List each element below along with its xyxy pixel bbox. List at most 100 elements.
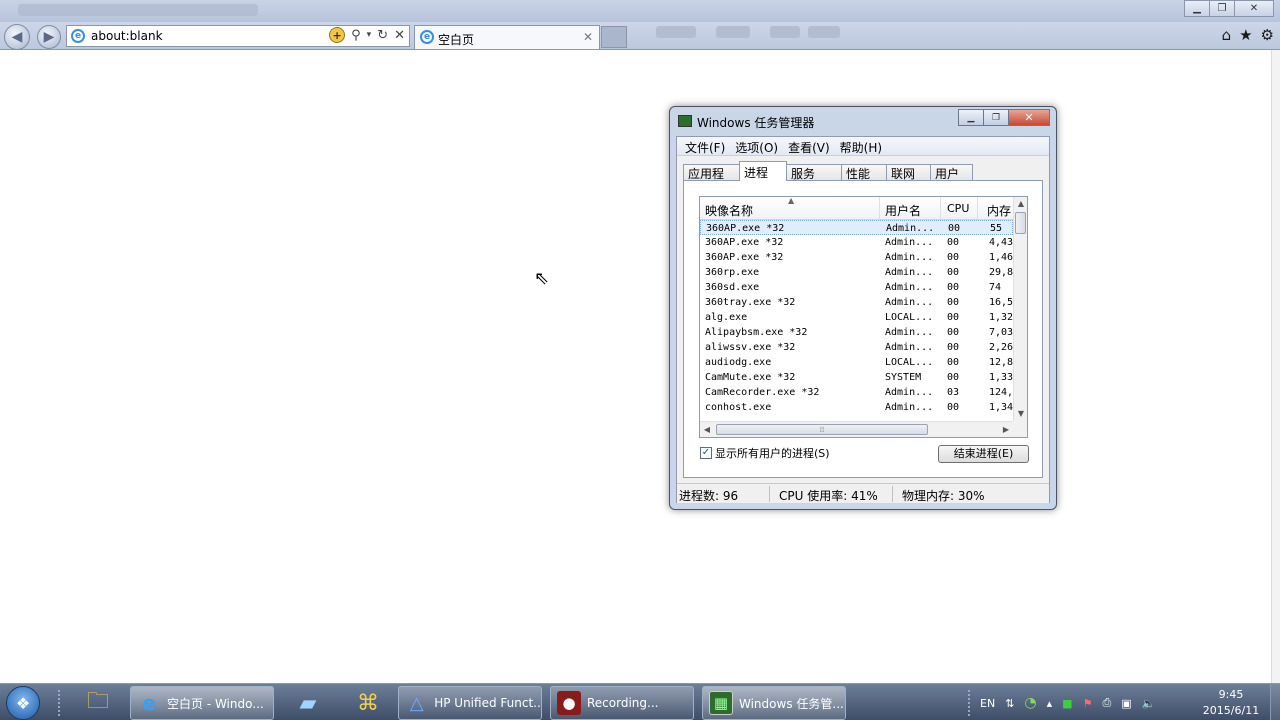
table-row[interactable]: alg.exe LOCAL... 00 1,32	[700, 310, 1013, 325]
table-row[interactable]: 360tray.exe *32 Admin... 00 16,56	[700, 295, 1013, 310]
browser-maximize-button[interactable]: ❐	[1209, 0, 1235, 17]
table-row[interactable]: 360sd.exe Admin... 00 74	[700, 280, 1013, 295]
process-user-name: Admin...	[886, 223, 935, 234]
tab-processes[interactable]: 进程	[739, 161, 787, 181]
security-alert-icon[interactable]: ⚑	[1083, 697, 1093, 710]
taskmgr-maximize-button[interactable]: ❐	[983, 109, 1009, 126]
browser-minimize-button[interactable]: ▁	[1184, 0, 1210, 17]
input-method-icon[interactable]: ⇅	[1005, 697, 1014, 710]
tab-networking[interactable]: 联网	[886, 164, 931, 181]
printer-icon[interactable]: ⎙	[1102, 696, 1111, 710]
notebook-icon: ▰	[299, 690, 317, 716]
dropdown-icon[interactable]: ▾	[367, 30, 372, 40]
table-row[interactable]: 360rp.exe Admin... 00 29,86	[700, 265, 1013, 280]
refresh-icon[interactable]: ↻	[377, 28, 388, 43]
network-icon[interactable]: ▣	[1121, 697, 1131, 710]
column-image-name[interactable]: 映像名称	[705, 202, 753, 219]
forward-button[interactable]: ▶	[37, 25, 61, 49]
wifi-icon[interactable]: ◔	[1024, 695, 1036, 711]
start-button[interactable]: ❖	[6, 686, 40, 720]
vertical-scroll-thumb[interactable]	[1015, 212, 1026, 234]
column-user-name[interactable]: 用户名	[885, 202, 921, 219]
process-image-name: alg.exe	[705, 312, 748, 323]
table-row[interactable]: aliwssv.exe *32 Admin... 00 2,26	[700, 340, 1013, 355]
tab-close-icon[interactable]: ✕	[583, 30, 593, 44]
table-row[interactable]: audiodg.exe LOCAL... 00 12,82	[700, 355, 1013, 370]
recorder-icon: ●	[557, 691, 581, 715]
page-vertical-scrollbar[interactable]	[1271, 50, 1280, 684]
process-image-name: aliwssv.exe *32	[705, 342, 796, 353]
show-hidden-icons-icon[interactable]: ▴	[1047, 697, 1053, 710]
table-row[interactable]: 360AP.exe *32 Admin... 00 4,43	[700, 235, 1013, 250]
pinned-app[interactable]: ▰	[280, 686, 336, 720]
tab-users[interactable]: 用户	[930, 164, 973, 181]
taskbar-button-recording[interactable]: ● Recording...	[550, 686, 694, 720]
show-desktop-button[interactable]	[1270, 684, 1280, 720]
pinned-explorer[interactable]: 🗀	[70, 686, 126, 720]
process-user-name: Admin...	[885, 237, 934, 248]
taskbar-button-taskmgr[interactable]: ▦ Windows 任务管...	[702, 686, 846, 720]
menu-options[interactable]: 选项(O)	[733, 137, 784, 155]
scroll-right-arrow-icon[interactable]: ▶	[999, 422, 1013, 437]
process-cpu: 03	[947, 387, 960, 398]
taskmgr-minimize-button[interactable]: ▁	[958, 109, 984, 126]
browser-tab-blank[interactable]: e 空白页 ✕	[414, 25, 600, 49]
table-row[interactable]: 360AP.exe *32 Admin... 00 1,46	[700, 250, 1013, 265]
column-divider[interactable]	[879, 197, 880, 219]
process-cpu: 00	[947, 372, 960, 383]
tools-gear-icon[interactable]: ⚙	[1261, 26, 1274, 44]
show-all-users-checkbox[interactable]: ✓	[700, 447, 712, 459]
tab-performance[interactable]: 性能	[841, 164, 887, 181]
column-memory[interactable]: 内存	[987, 202, 1011, 219]
volume-icon[interactable]: 🔈	[1142, 697, 1156, 710]
search-icon[interactable]: ⚲	[351, 28, 361, 43]
compatibility-plus-icon[interactable]: +	[329, 27, 346, 43]
scroll-left-arrow-icon[interactable]: ◀	[700, 422, 714, 437]
show-all-users-option[interactable]: ✓ 显示所有用户的进程(S)	[700, 445, 830, 461]
list-horizontal-scrollbar[interactable]: ◀ ⦙⦙⦙ ▶	[700, 421, 1013, 437]
menu-help[interactable]: 帮助(H)	[838, 137, 888, 155]
table-row[interactable]: CamRecorder.exe *32 Admin... 03 124,20	[700, 385, 1013, 400]
table-row[interactable]: Alipaybsm.exe *32 Admin... 00 7,03	[700, 325, 1013, 340]
stop-icon[interactable]: ✕	[394, 28, 405, 43]
process-memory: 7,03	[989, 327, 1013, 338]
process-list[interactable]: ▲ 映像名称 用户名 CPU 内存 360AP.exe *32 Admin... 0…	[699, 196, 1028, 438]
home-icon[interactable]: ⌂	[1222, 26, 1232, 44]
column-divider[interactable]	[977, 197, 978, 219]
column-cpu[interactable]: CPU	[947, 202, 969, 215]
tab-strip: 应用程序 进程 服务 性能 联网 用户	[683, 161, 973, 198]
favorites-star-icon[interactable]: ★	[1239, 26, 1252, 44]
list-vertical-scrollbar[interactable]: ▲ ▼	[1013, 197, 1027, 421]
address-bar[interactable]: e about:blank + ⚲ ▾ ↻ ✕	[66, 25, 410, 47]
table-row[interactable]: CamMute.exe *32 SYSTEM 00 1,33	[700, 370, 1013, 385]
process-user-name: Admin...	[885, 327, 934, 338]
horizontal-scroll-thumb[interactable]: ⦙⦙⦙	[716, 424, 928, 435]
menu-file[interactable]: 文件(F)	[683, 137, 731, 155]
tab-services[interactable]: 服务	[786, 164, 842, 181]
pinned-python[interactable]: ⌘	[340, 686, 396, 720]
green-app-icon[interactable]: ■	[1062, 697, 1072, 710]
scroll-down-arrow-icon[interactable]: ▼	[1014, 407, 1027, 421]
table-row[interactable]: 360AP.exe *32 Admin... 00 55	[700, 220, 1013, 235]
column-divider[interactable]	[940, 197, 941, 219]
scroll-up-arrow-icon[interactable]: ▲	[1014, 197, 1027, 211]
tab-applications[interactable]: 应用程序	[683, 164, 740, 198]
process-image-name: Alipaybsm.exe *32	[705, 327, 808, 338]
new-tab-button[interactable]	[601, 26, 627, 48]
table-row[interactable]: conhost.exe Admin... 00 1,34	[700, 400, 1013, 415]
clock-time: 9:45	[1218, 688, 1244, 701]
process-memory: 16,56	[989, 297, 1013, 308]
taskmgr-close-button[interactable]: ✕	[1008, 109, 1050, 126]
system-clock[interactable]: 9:45 2015/6/11	[1196, 687, 1266, 719]
status-divider	[892, 486, 893, 502]
end-process-button[interactable]: 结束进程(E)	[938, 445, 1029, 463]
process-memory: 74	[989, 282, 1002, 293]
menu-view[interactable]: 查看(V)	[786, 137, 836, 155]
back-button[interactable]: ◀	[4, 24, 30, 50]
taskbar-button-hp[interactable]: △ HP Unified Funct...	[398, 686, 542, 720]
browser-window-controls: ▁ ❐ ✕	[1184, 0, 1274, 18]
taskmgr-icon: ▦	[709, 691, 733, 715]
browser-close-button[interactable]: ✕	[1234, 0, 1274, 17]
language-indicator[interactable]: EN	[980, 697, 995, 710]
taskbar-button-ie[interactable]: e 空白页 - Windo...	[130, 686, 274, 720]
